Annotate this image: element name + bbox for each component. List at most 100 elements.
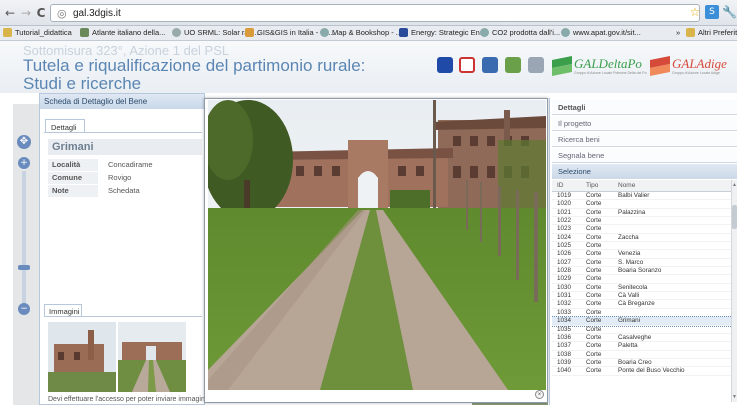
- table-row[interactable]: 1025 Corte: [552, 242, 732, 251]
- column-tipo[interactable]: Tipo: [586, 182, 598, 189]
- row-tipo: Corte: [586, 192, 602, 199]
- row-nome: Boaria Soranzo: [618, 267, 662, 275]
- more-bookmarks-button[interactable]: »: [676, 28, 680, 37]
- column-nome[interactable]: Nome: [618, 182, 635, 189]
- scrollbar-thumb[interactable]: [732, 205, 737, 229]
- scroll-up-icon[interactable]: ▲: [732, 182, 737, 188]
- table-row[interactable]: 1037 Corte Paletta: [552, 342, 732, 351]
- image-thumbnail[interactable]: [48, 322, 116, 392]
- row-nome: Ponte del Buso Vecchio: [618, 367, 685, 375]
- site-header: Sottomisura 323°, Azione 1 del PSL Tutel…: [0, 41, 737, 93]
- gal-deltapo-name: GALDeltaPo: [574, 56, 642, 71]
- table-row[interactable]: 1035 Corte: [552, 326, 732, 334]
- pan-icon[interactable]: ✥: [17, 135, 31, 149]
- table-row[interactable]: 1020 Corte: [552, 200, 732, 209]
- row-tipo: Corte: [586, 258, 602, 266]
- extension-icon[interactable]: S: [705, 5, 719, 19]
- field-row: Comune Rovigo: [48, 172, 202, 184]
- scroll-down-icon[interactable]: ▼: [732, 394, 737, 400]
- row-tipo: Corte: [586, 358, 602, 366]
- field-key: Comune: [48, 172, 98, 184]
- zoom-out-button[interactable]: −: [18, 303, 30, 315]
- zoom-in-button[interactable]: +: [18, 157, 30, 169]
- bookmark-item[interactable]: Tutorial_didattica: [3, 28, 72, 37]
- section-dettagli[interactable]: Dettagli: [552, 100, 737, 115]
- reload-icon[interactable]: C: [35, 6, 47, 20]
- row-tipo: Corte: [586, 250, 602, 258]
- row-tipo: Corte: [586, 367, 602, 375]
- table-row[interactable]: 1027 Corte S. Marco: [552, 258, 732, 268]
- region-logo-icon: [482, 57, 498, 73]
- table-row[interactable]: 1022 Corte: [552, 217, 732, 226]
- bookmark-item[interactable]: www.apat.gov.it/sit...: [561, 28, 641, 37]
- row-id: 1023: [557, 225, 572, 233]
- photo-viewer[interactable]: ×: [204, 98, 548, 403]
- row-tipo: Corte: [586, 233, 602, 241]
- bookmark-item[interactable]: Atlante italiano della...: [80, 28, 165, 37]
- row-nome: S. Marco: [618, 258, 644, 266]
- column-id[interactable]: ID: [557, 182, 564, 189]
- folder-icon: [686, 28, 695, 37]
- row-tipo: Corte: [586, 242, 602, 250]
- back-icon[interactable]: ←: [4, 6, 16, 20]
- tab-dettagli[interactable]: Dettagli: [45, 119, 85, 133]
- section-segnala-bene[interactable]: Segnala bene: [552, 148, 737, 163]
- table-row[interactable]: 1026 Corte Venezia: [552, 250, 732, 259]
- table-row[interactable]: 1023 Corte: [552, 225, 732, 234]
- row-id: 1028: [557, 267, 572, 275]
- globe-icon: [172, 28, 181, 37]
- row-id: 1032: [557, 300, 572, 308]
- table-row[interactable]: 1019 Corte Balbi Valier: [552, 192, 732, 201]
- table-row[interactable]: 1031 Corte Cà Valli: [552, 292, 732, 301]
- table-row[interactable]: 1038 Corte: [552, 351, 732, 359]
- star-icon[interactable]: ☆: [688, 5, 702, 19]
- tab-divider: [44, 316, 202, 317]
- bookmark-item[interactable]: Energy: Strategic En...: [399, 28, 486, 37]
- forward-icon[interactable]: →: [20, 6, 32, 20]
- table-scrollbar[interactable]: ▲ ▼: [731, 180, 737, 402]
- section-ricerca-beni[interactable]: Ricerca beni: [552, 132, 737, 147]
- address-bar[interactable]: ◎ gal.3dgis.it: [50, 4, 700, 22]
- map-controls: ✥ + −: [17, 135, 31, 315]
- close-photo-icon[interactable]: ×: [535, 390, 544, 399]
- row-tipo: Corte: [586, 308, 602, 316]
- bookmark-icon: [245, 28, 254, 37]
- section-il-progetto[interactable]: Il progetto: [552, 116, 737, 131]
- zoom-slider-handle[interactable]: [18, 265, 30, 270]
- table-row[interactable]: 1032 Corte Cà Breganze: [552, 300, 732, 309]
- table-row[interactable]: 1030 Corte Senitecola: [552, 284, 732, 293]
- asset-name: Grimani: [48, 139, 202, 155]
- bookmark-item[interactable]: Map & Bookshop - ...: [320, 28, 402, 37]
- row-nome: Venezia: [618, 250, 641, 258]
- selection-table-header: ID Tipo Nome: [552, 180, 732, 192]
- table-row[interactable]: 1034 Corte Grimani: [552, 316, 732, 327]
- table-row[interactable]: 1039 Corte Boaria Creo: [552, 358, 732, 368]
- wrench-icon[interactable]: 🔧: [722, 5, 737, 19]
- thumbnail-image: [48, 322, 116, 392]
- table-row[interactable]: 1036 Corte Casalveghe: [552, 334, 732, 343]
- thumbnail-image: [118, 322, 186, 392]
- table-row[interactable]: 1033 Corte: [552, 308, 732, 318]
- row-id: 1022: [557, 217, 572, 225]
- table-row[interactable]: 1021 Corte Palazzina: [552, 209, 732, 218]
- header-title: Tutela e riqualificazione del partimonio…: [23, 56, 366, 75]
- table-row[interactable]: 1040 Corte Ponte del Buso Vecchio: [552, 367, 732, 376]
- table-row[interactable]: 1028 Corte Boaria Soranzo: [552, 267, 732, 276]
- globe-icon: ◎: [57, 7, 67, 20]
- bookmark-item[interactable]: CO2 prodotta dall'i...: [480, 28, 560, 37]
- other-bookmarks[interactable]: Altri Preferiti: [686, 28, 737, 37]
- section-selezione[interactable]: Selezione: [552, 164, 737, 179]
- right-panel: Dettagli Il progetto Ricerca beni Segnal…: [549, 98, 737, 405]
- address-text[interactable]: gal.3dgis.it: [73, 8, 121, 19]
- zoom-slider[interactable]: [22, 171, 26, 311]
- table-row[interactable]: 1029 Corte: [552, 275, 732, 284]
- image-thumbnail[interactable]: [118, 322, 186, 392]
- row-id: 1035: [557, 325, 572, 333]
- row-nome: Cà Breganze: [618, 300, 655, 308]
- tab-divider: [44, 132, 202, 133]
- table-row[interactable]: 1024 Corte Zaccha: [552, 233, 732, 243]
- row-nome: Paletta: [618, 342, 638, 350]
- globe-icon: [561, 28, 570, 37]
- row-tipo: Corte: [586, 292, 602, 300]
- republic-emblem-icon: [459, 57, 475, 73]
